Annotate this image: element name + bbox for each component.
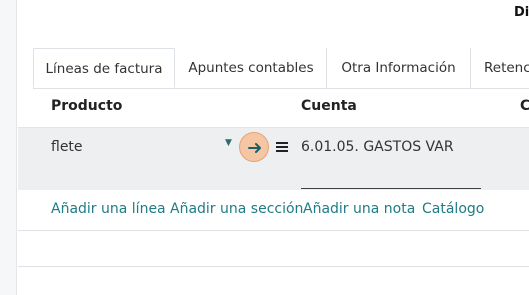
invoice-line-row[interactable]: flete ▼ 6.01.05. GASTOS VAR — [18, 127, 529, 190]
notebook-tabs: Líneas de factura Apuntes contables Otra… — [33, 48, 529, 89]
menu-icon[interactable] — [276, 142, 288, 152]
tab-retenciones[interactable]: Retenc — [471, 48, 529, 88]
tab-lineas-de-factura[interactable]: Líneas de factura — [33, 48, 175, 88]
table-divider — [18, 230, 529, 231]
arrow-right-icon — [248, 143, 261, 153]
column-header-producto[interactable]: Producto — [51, 98, 122, 114]
open-record-button[interactable] — [239, 132, 269, 162]
catalog-link[interactable]: Catálogo — [422, 201, 484, 217]
left-panel-strip — [0, 0, 17, 295]
column-header-partial[interactable]: C — [520, 98, 529, 114]
table-divider — [18, 266, 529, 267]
add-section-link[interactable]: Añadir una sección — [170, 201, 303, 217]
product-field[interactable]: flete — [51, 139, 83, 155]
header-partial-label: Di — [514, 5, 529, 20]
column-header-cuenta[interactable]: Cuenta — [301, 98, 357, 114]
tab-apuntes-contables[interactable]: Apuntes contables — [176, 48, 326, 88]
tab-otra-informacion[interactable]: Otra Información — [327, 48, 470, 88]
add-line-link[interactable]: Añadir una línea — [51, 201, 166, 217]
account-field-underline — [301, 188, 481, 189]
account-field[interactable]: 6.01.05. GASTOS VAR — [301, 139, 454, 155]
dropdown-caret-icon[interactable]: ▼ — [225, 138, 232, 148]
add-note-link[interactable]: Añadir una nota — [303, 201, 415, 217]
